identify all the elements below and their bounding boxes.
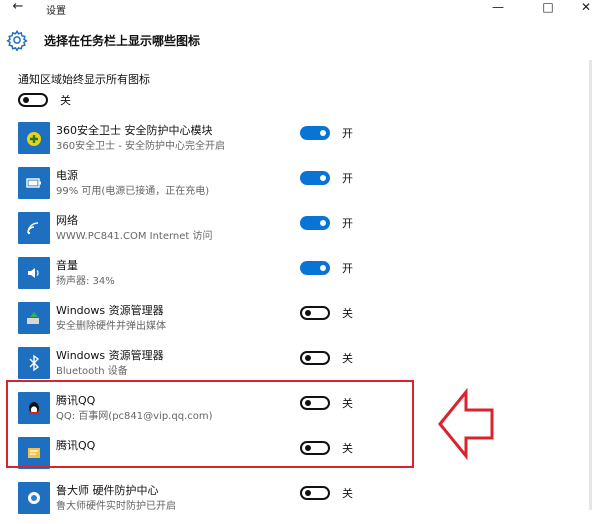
toggle-state-label: 关: [342, 487, 353, 500]
item-toggle[interactable]: [300, 486, 330, 500]
app-title: 设置: [46, 6, 66, 17]
ludashi-icon: [18, 482, 50, 514]
item-subtitle: WWW.PC841.COM Internet 访问: [56, 231, 213, 242]
item-name: 网络: [56, 214, 78, 227]
toggle-knob: [320, 220, 326, 226]
item-subtitle: 扬声器: 34%: [56, 276, 115, 287]
item-name: Windows 资源管理器: [56, 304, 164, 317]
scrollbar[interactable]: [589, 60, 592, 510]
left-arrow-annotation-icon: [438, 388, 494, 460]
tray-item-network: 网络 WWW.PC841.COM Internet 访问 开: [0, 212, 580, 254]
toggle-state-label: 关: [342, 352, 353, 365]
item-subtitle: 360安全卫士 - 安全防护中心完全开启: [56, 141, 226, 152]
toggle-knob: [320, 130, 326, 136]
toggle-knob: [23, 97, 29, 103]
item-name: 音量: [56, 259, 78, 272]
bluetooth-icon: [18, 347, 50, 379]
close-button[interactable]: ✕: [578, 0, 594, 16]
tray-item-360-safeguard: 360安全卫士 安全防护中心模块 360安全卫士 - 安全防护中心完全开启 开: [0, 122, 580, 164]
minimize-button[interactable]: —: [490, 0, 506, 16]
tray-item-power: 电源 99% 可用(电源已接通，正在充电) 开: [0, 167, 580, 209]
toggle-knob: [320, 265, 326, 271]
item-subtitle: 99% 可用(电源已接通，正在充电): [56, 186, 210, 197]
toggle-knob: [305, 355, 311, 361]
shield-plus-icon: [18, 122, 50, 154]
title-bar: ← 设置 — □ ✕: [0, 0, 598, 18]
qq-highlight-box: [6, 380, 414, 468]
always-show-all-icons-label: 通知区域始终显示所有图标: [18, 73, 150, 86]
item-name: 360安全卫士 安全防护中心模块: [56, 124, 213, 137]
toggle-state-label: 开: [342, 127, 353, 140]
toggle-state-label: 开: [342, 172, 353, 185]
item-toggle[interactable]: [300, 261, 330, 275]
speaker-icon: [18, 257, 50, 289]
page-header: 选择在任务栏上显示哪些图标: [0, 26, 598, 56]
toggle-knob: [305, 490, 311, 496]
item-name: Windows 资源管理器: [56, 349, 164, 362]
toggle-state-label: 关: [60, 94, 71, 107]
page-title: 选择在任务栏上显示哪些图标: [44, 34, 201, 48]
tray-item-explorer-eject: Windows 资源管理器 安全删除硬件并弹出媒体 关: [0, 302, 580, 344]
toggle-state-label: 开: [342, 262, 353, 275]
item-name: 鲁大师 硬件防护中心: [56, 484, 159, 497]
item-toggle[interactable]: [300, 306, 330, 320]
item-toggle[interactable]: [300, 351, 330, 365]
item-subtitle: 安全删除硬件并弹出媒体: [56, 321, 166, 332]
item-toggle[interactable]: [300, 126, 330, 140]
item-subtitle: Bluetooth 设备: [56, 366, 128, 377]
battery-icon: [18, 167, 50, 199]
item-toggle[interactable]: [300, 216, 330, 230]
always-show-all-icons-toggle[interactable]: [18, 93, 48, 107]
toggle-state-label: 关: [342, 307, 353, 320]
usb-eject-icon: [18, 302, 50, 334]
gear-icon: [6, 29, 28, 51]
maximize-button[interactable]: □: [540, 0, 556, 16]
item-toggle[interactable]: [300, 171, 330, 185]
toggle-state-label: 开: [342, 217, 353, 230]
tray-item-volume: 音量 扬声器: 34% 开: [0, 257, 580, 299]
wifi-icon: [18, 212, 50, 244]
item-name: 电源: [56, 169, 78, 182]
back-arrow-icon[interactable]: ←: [10, 0, 26, 16]
toggle-knob: [305, 310, 311, 316]
toggle-knob: [320, 175, 326, 181]
item-subtitle: 鲁大师硬件实时防护已开启: [56, 501, 176, 512]
